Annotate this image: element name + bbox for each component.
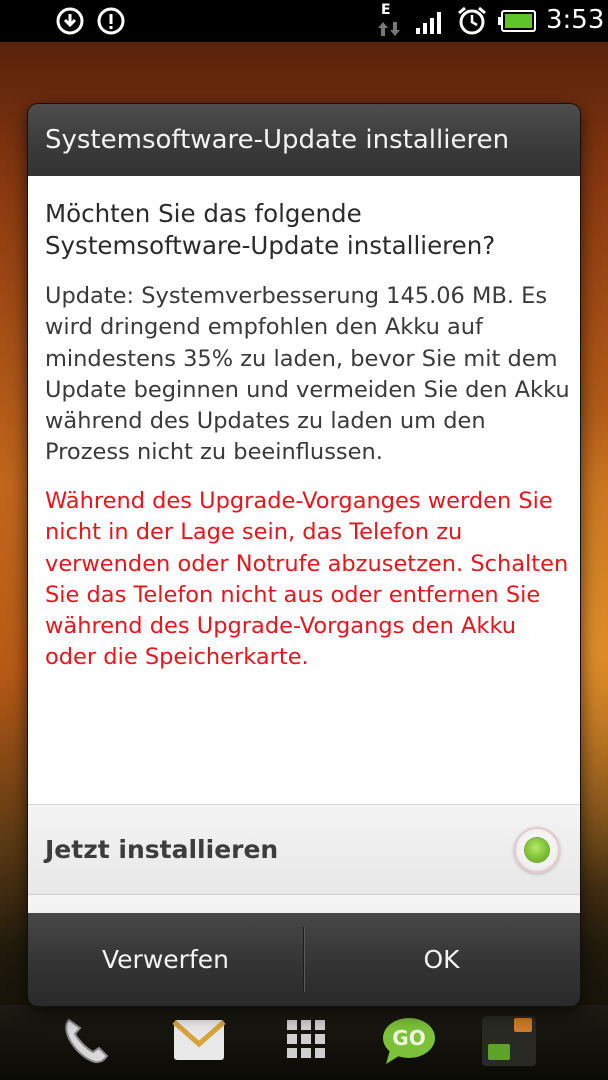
battery-icon (498, 10, 536, 32)
option-install-now-label: Jetzt installieren (45, 835, 279, 864)
status-bar: E 3:53 (0, 0, 608, 42)
radio-install-now[interactable] (514, 827, 560, 873)
ok-button[interactable]: OK (304, 913, 579, 1006)
gmail-icon (172, 1020, 226, 1060)
option-install-now[interactable]: Jetzt installieren (28, 804, 580, 894)
phone-icon (65, 1018, 109, 1064)
update-dialog: Systemsoftware-Update installieren Möcht… (28, 104, 580, 1006)
update-info-text: Update: Systemverbesserung 145.06 MB. Es… (45, 283, 570, 466)
clock: 3:53 (546, 5, 605, 35)
dismiss-button[interactable]: Verwerfen (28, 913, 303, 1006)
go-sms-icon: GO (383, 1018, 435, 1064)
network-type: E (381, 2, 391, 18)
radio-selected-dot (525, 838, 549, 862)
dialog-button-bar: Verwerfen OK (28, 913, 580, 1006)
signal-icon (416, 12, 441, 34)
dialog-title: Systemsoftware-Update installieren (28, 104, 580, 176)
dialog-question: Möchten Sie das folgende Systemsoftware-… (45, 199, 496, 260)
download-icon (56, 7, 84, 35)
svg-text:GO: GO (392, 1026, 425, 1050)
alert-icon (97, 7, 125, 35)
app-drawer-icon (287, 1020, 325, 1058)
alarm-icon (458, 6, 486, 35)
data-arrows-icon (378, 22, 400, 36)
widget-icon (482, 1016, 536, 1066)
dialog-body: Möchten Sie das folgende Systemsoftware-… (28, 176, 580, 984)
warning-text: Während des Upgrade-Vorganges werden Sie… (45, 488, 569, 671)
